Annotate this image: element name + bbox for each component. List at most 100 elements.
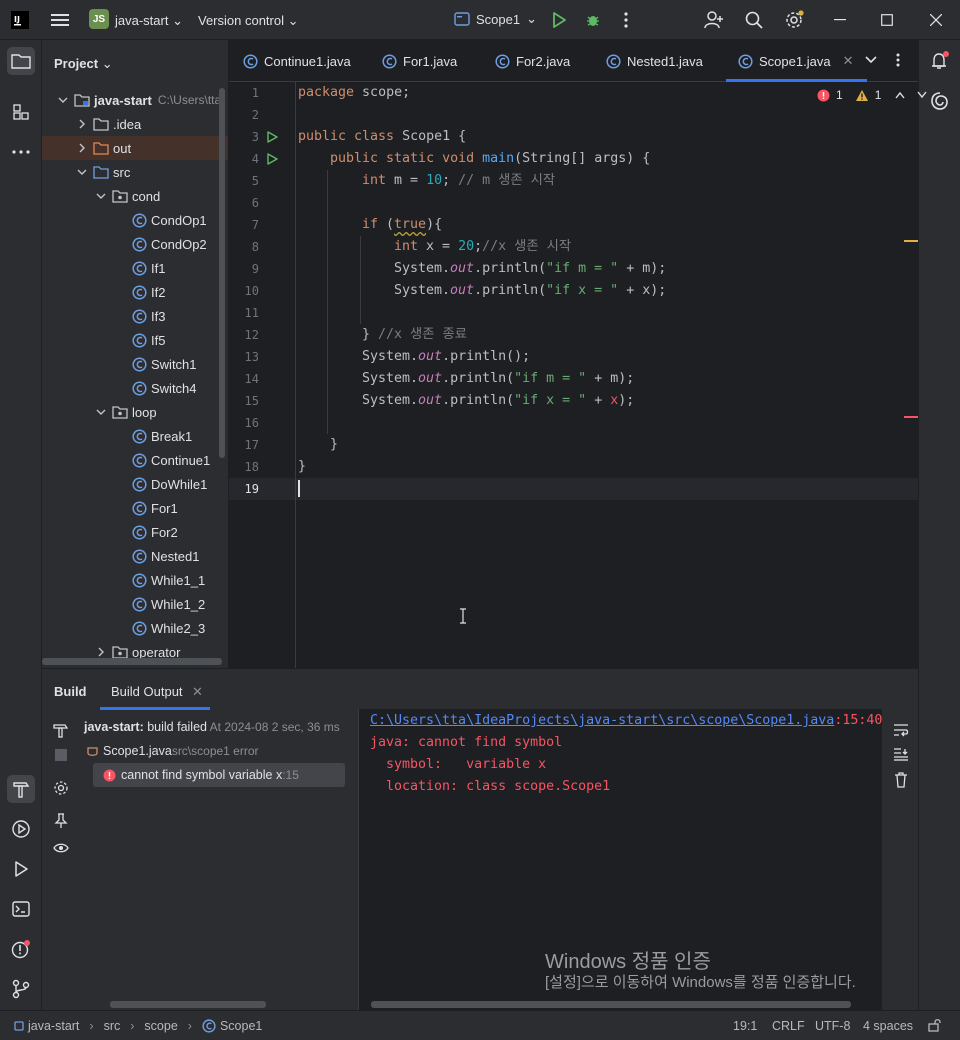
- build-settings-icon[interactable]: [52, 779, 70, 797]
- project-tree-vertical-scrollbar[interactable]: [219, 88, 225, 458]
- tree-item[interactable]: Break1: [42, 424, 228, 448]
- breadcrumb-item[interactable]: src: [104, 1019, 121, 1033]
- chevron-right-icon[interactable]: [75, 141, 89, 155]
- run-configuration-dropdown[interactable]: Scope1 ⌄: [454, 11, 537, 27]
- more-actions-icon[interactable]: [614, 8, 638, 32]
- stop-build-icon[interactable]: [52, 746, 70, 764]
- ai-assistant-icon[interactable]: [930, 91, 950, 111]
- clear-all-trash-icon[interactable]: [894, 772, 908, 788]
- chevron-down-icon[interactable]: [56, 93, 70, 107]
- indent-setting[interactable]: 4 spaces: [863, 1019, 913, 1033]
- editor-tab[interactable]: For2.java: [495, 40, 570, 82]
- chevron-right-icon[interactable]: [94, 645, 108, 659]
- version-control-dropdown[interactable]: Version control ⌄: [198, 13, 299, 29]
- tree-item[interactable]: Nested1: [42, 544, 228, 568]
- tree-item[interactable]: Switch4: [42, 376, 228, 400]
- build-tree-scrollbar[interactable]: [110, 1001, 266, 1008]
- file-encoding[interactable]: UTF-8: [815, 1019, 850, 1033]
- tab-options-icon[interactable]: [896, 53, 900, 67]
- services-tool-icon[interactable]: [7, 815, 35, 843]
- tree-item[interactable]: .idea: [42, 112, 228, 136]
- run-main-gutter-icon[interactable]: [266, 153, 278, 165]
- breadcrumb-item[interactable]: scope: [144, 1019, 177, 1033]
- tree-item[interactable]: While1_2: [42, 592, 228, 616]
- tree-item[interactable]: out: [42, 136, 228, 160]
- chevron-down-icon[interactable]: [94, 189, 108, 203]
- close-window-icon[interactable]: [924, 8, 948, 32]
- error-stripe-mark[interactable]: [904, 416, 918, 418]
- run-icon[interactable]: [547, 8, 571, 32]
- build-output-scrollbar[interactable]: [371, 1001, 851, 1008]
- tree-item[interactable]: DoWhile1: [42, 472, 228, 496]
- previous-highlight-icon[interactable]: [895, 91, 905, 99]
- build-tool-icon[interactable]: [7, 775, 35, 803]
- editor-tab-active[interactable]: Scope1.java ✕: [725, 40, 868, 82]
- structure-tool-icon[interactable]: [7, 98, 35, 126]
- debug-icon[interactable]: [581, 8, 605, 32]
- tree-item[interactable]: CondOp2: [42, 232, 228, 256]
- rebuild-icon[interactable]: [52, 721, 70, 739]
- tree-item[interactable]: loop: [42, 400, 228, 424]
- scroll-to-end-icon[interactable]: [893, 747, 909, 761]
- tree-item[interactable]: For2: [42, 520, 228, 544]
- terminal-tool-icon[interactable]: [7, 895, 35, 923]
- chevron-down-icon[interactable]: [94, 405, 108, 419]
- breadcrumb-item[interactable]: java-start: [28, 1019, 79, 1033]
- lock-icon[interactable]: [928, 1018, 942, 1032]
- next-highlight-icon[interactable]: [917, 91, 927, 99]
- project-badge[interactable]: JS: [89, 9, 109, 29]
- build-root-node[interactable]: java-start: build failed At 2024-08 2 se…: [84, 720, 340, 734]
- problems-tool-icon[interactable]: [7, 935, 35, 963]
- close-tab-icon[interactable]: ✕: [192, 684, 203, 700]
- error-file-link[interactable]: C:\Users\tta\IdeaProjects\java-start\src…: [370, 713, 834, 728]
- run-class-gutter-icon[interactable]: [266, 131, 278, 143]
- tab-list-chevron-icon[interactable]: [865, 53, 877, 65]
- tree-item[interactable]: Continue1: [42, 448, 228, 472]
- tree-item[interactable]: java-start C:\Users\tta: [42, 88, 228, 112]
- build-error-node[interactable]: cannot find symbol variable x :15: [93, 763, 345, 787]
- warning-stripe-mark[interactable]: [904, 240, 918, 242]
- tab-build-output[interactable]: Build Output: [111, 684, 183, 699]
- inspection-widget[interactable]: 1 1: [817, 88, 927, 102]
- tree-item[interactable]: cond: [42, 184, 228, 208]
- search-icon[interactable]: [742, 8, 766, 32]
- editor-tab[interactable]: Continue1.java: [243, 40, 351, 82]
- minimize-window-icon[interactable]: [828, 8, 852, 32]
- editor-tab[interactable]: Nested1.java: [606, 40, 703, 82]
- tree-item[interactable]: If3: [42, 304, 228, 328]
- tree-item[interactable]: For1: [42, 496, 228, 520]
- soft-wrap-icon[interactable]: [893, 723, 909, 737]
- project-panel-header[interactable]: Project ⌄: [54, 56, 113, 72]
- line-separator[interactable]: CRLF: [772, 1019, 805, 1033]
- breadcrumb-item[interactable]: Scope1: [220, 1019, 262, 1033]
- tree-item[interactable]: CondOp1: [42, 208, 228, 232]
- git-tool-icon[interactable]: [7, 975, 35, 1003]
- editor-tab[interactable]: For1.java: [382, 40, 457, 82]
- settings-gear-icon[interactable]: [782, 8, 806, 32]
- tree-item[interactable]: If5: [42, 328, 228, 352]
- tree-item[interactable]: While2_3: [42, 616, 228, 640]
- project-tree-horizontal-scrollbar[interactable]: [42, 658, 222, 665]
- maximize-window-icon[interactable]: [875, 8, 899, 32]
- tree-item[interactable]: If2: [42, 280, 228, 304]
- tree-item[interactable]: While1_1: [42, 568, 228, 592]
- main-menu-icon[interactable]: [48, 8, 72, 32]
- close-tab-icon[interactable]: ✕: [843, 53, 854, 69]
- chevron-down-icon[interactable]: [75, 165, 89, 179]
- more-tools-icon[interactable]: [7, 138, 35, 166]
- code-editor[interactable]: 1 2 3 4 5 6 7 8 9 10 11 12 13 14 15 16 17 18 19 package sc…: [229, 82, 927, 668]
- tree-item[interactable]: If1: [42, 256, 228, 280]
- view-options-eye-icon[interactable]: [52, 839, 70, 857]
- add-user-icon[interactable]: [702, 8, 726, 32]
- project-name-dropdown[interactable]: java-start ⌄: [115, 13, 183, 29]
- run-tool-icon[interactable]: [7, 855, 35, 883]
- tree-item[interactable]: src: [42, 160, 228, 184]
- intellij-logo-icon[interactable]: IJ: [8, 8, 32, 32]
- notifications-icon[interactable]: [929, 50, 951, 72]
- build-file-node[interactable]: Scope1.java src\scope 1 error: [86, 744, 259, 758]
- pin-icon[interactable]: [52, 812, 70, 830]
- chevron-right-icon[interactable]: [75, 117, 89, 131]
- tree-item[interactable]: Switch1: [42, 352, 228, 376]
- caret-position[interactable]: 19:1: [733, 1019, 757, 1033]
- project-tool-icon[interactable]: [7, 47, 35, 75]
